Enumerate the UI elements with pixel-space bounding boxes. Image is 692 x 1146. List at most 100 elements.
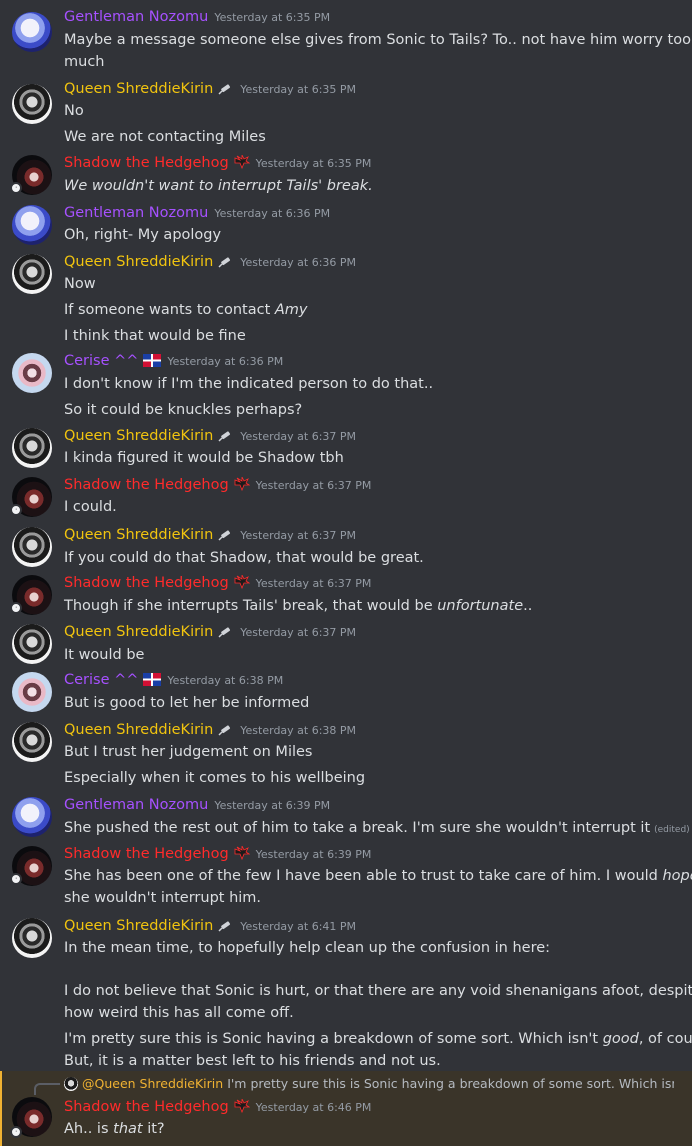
timestamp: Yesterday at 6:35 PM <box>214 11 331 24</box>
message-text: I'm pretty sure this is Sonic having a b… <box>64 1031 692 1047</box>
message-text: Now <box>64 276 96 292</box>
author-name[interactable]: Gentleman Nozomu <box>64 9 208 25</box>
avatar[interactable] <box>12 797 52 837</box>
edited-label: (edited) <box>654 825 690 835</box>
status-icon: ᐧ <box>10 504 22 516</box>
timestamp: Yesterday at 6:38 PM <box>167 674 284 687</box>
author-name[interactable]: Shadow the Hedgehog <box>64 477 229 493</box>
message-text: much <box>64 54 105 70</box>
shadow-icon <box>234 476 250 495</box>
author-name[interactable]: Gentleman Nozomu <box>64 205 208 221</box>
author-name[interactable]: Shadow the Hedgehog <box>64 846 229 862</box>
timestamp: Yesterday at 6:36 PM <box>240 256 357 269</box>
timestamp: Yesterday at 6:35 PM <box>240 83 357 96</box>
message-text-italic: good <box>602 1031 639 1047</box>
syringe-icon <box>218 918 234 936</box>
message-text: I do not believe that Sonic is hurt, or … <box>64 983 692 999</box>
message-text: Though if she interrupts Tails' break, t… <box>64 598 532 614</box>
message-text-part: it? <box>142 1121 165 1137</box>
timestamp: Yesterday at 6:36 PM <box>214 207 331 220</box>
shadow-icon <box>234 574 250 593</box>
message-text: It would be <box>64 647 145 663</box>
timestamp: Yesterday at 6:46 PM <box>255 1101 372 1114</box>
author-name[interactable]: Queen ShreddieKirin <box>64 254 213 270</box>
message-text: I don't know if I'm the indicated person… <box>64 376 434 392</box>
timestamp: Yesterday at 6:39 PM <box>255 848 372 861</box>
shadow-icon <box>234 1098 250 1117</box>
message-text: She pushed the rest out of him to take a… <box>64 820 690 836</box>
reply-text: I'm pretty sure this is Sonic having a b… <box>227 1076 674 1091</box>
avatar[interactable] <box>12 84 52 124</box>
message-text: Oh, right- My apology <box>64 227 222 243</box>
message-text-part: .. <box>523 598 533 614</box>
message-text-part: Ah.. is <box>64 1121 114 1137</box>
message-text: No <box>64 103 84 119</box>
reply-connector <box>34 1083 60 1095</box>
avatar[interactable] <box>12 722 52 762</box>
avatar[interactable] <box>12 672 52 712</box>
timestamp: Yesterday at 6:36 PM <box>167 355 284 368</box>
avatar[interactable] <box>12 918 52 958</box>
avatar[interactable] <box>12 353 52 393</box>
status-icon: ᐧ <box>10 182 22 194</box>
message-text-part: If someone wants to contact <box>64 302 275 318</box>
shadow-icon <box>234 154 250 173</box>
message-text-part: She has been one of the few I have been … <box>64 868 663 884</box>
author-name[interactable]: Shadow the Hedgehog <box>64 575 229 591</box>
message-text: If someone wants to contact Amy <box>64 302 308 318</box>
author-name[interactable]: Queen ShreddieKirin <box>64 918 213 934</box>
syringe-icon <box>218 527 234 545</box>
author-name[interactable]: Queen ShreddieKirin <box>64 428 213 444</box>
message-text-italic: Amy <box>274 302 308 318</box>
avatar[interactable] <box>12 624 52 664</box>
message-text: If you could do that Shadow, that would … <box>64 550 424 566</box>
message-text: So it could be knuckles perhaps? <box>64 402 303 418</box>
message-text-part: Though if she interrupts Tails' break, t… <box>64 598 438 614</box>
timestamp: Yesterday at 6:35 PM <box>255 157 372 170</box>
author-name[interactable]: Cerise ^^ <box>64 672 138 688</box>
timestamp: Yesterday at 6:37 PM <box>240 626 357 639</box>
syringe-icon <box>218 722 234 740</box>
message-text-part: She pushed the rest out of him to take a… <box>64 820 651 836</box>
message-text: I could. <box>64 499 117 515</box>
syringe-icon <box>218 81 234 99</box>
message-text: But I trust her judgement on Miles <box>64 744 313 760</box>
syringe-icon <box>218 428 234 446</box>
avatar[interactable] <box>12 254 52 294</box>
status-icon: ᐧ <box>10 602 22 614</box>
timestamp: Yesterday at 6:39 PM <box>214 799 331 812</box>
author-name[interactable]: Shadow the Hedgehog <box>64 1099 229 1115</box>
reply-avatar <box>64 1077 78 1091</box>
message-text: Especially when it comes to his wellbein… <box>64 770 366 786</box>
avatar[interactable] <box>12 12 52 52</box>
author-name[interactable]: Shadow the Hedgehog <box>64 155 229 171</box>
reply-preview[interactable]: @Queen ShreddieKirin I'm pretty sure this… <box>64 1076 674 1091</box>
author-name[interactable]: Queen ShreddieKirin <box>64 527 213 543</box>
timestamp: Yesterday at 6:37 PM <box>255 577 372 590</box>
message-text: she wouldn't interrupt him. <box>64 890 262 906</box>
author-name[interactable]: Queen ShreddieKirin <box>64 624 213 640</box>
avatar[interactable] <box>12 428 52 468</box>
syringe-icon <box>218 624 234 642</box>
status-icon: ᐧ <box>10 873 22 885</box>
avatar[interactable] <box>12 527 52 567</box>
message-text: We wouldn't want to interrupt Tails' bre… <box>64 178 373 194</box>
message-text: But is good to let her be informed <box>64 695 310 711</box>
message-text: how weird this has all come off. <box>64 1005 294 1021</box>
message-text-part: , of course. <box>638 1031 692 1047</box>
author-name[interactable]: Queen ShreddieKirin <box>64 722 213 738</box>
avatar[interactable] <box>12 205 52 245</box>
author-name[interactable]: Cerise ^^ <box>64 353 138 369</box>
author-name[interactable]: Gentleman Nozomu <box>64 797 208 813</box>
reply-mention[interactable]: @Queen ShreddieKirin <box>82 1076 223 1091</box>
timestamp: Yesterday at 6:41 PM <box>240 920 357 933</box>
timestamp: Yesterday at 6:37 PM <box>240 430 357 443</box>
message-text-italic: hope <box>662 868 692 884</box>
message-text: We are not contacting Miles <box>64 129 266 145</box>
message-text-italic: that <box>113 1121 143 1137</box>
message-text: In the mean time, to hopefully help clea… <box>64 940 551 956</box>
message-text: Maybe a message someone else gives from … <box>64 32 691 48</box>
timestamp: Yesterday at 6:37 PM <box>255 479 372 492</box>
author-name[interactable]: Queen ShreddieKirin <box>64 81 213 97</box>
syringe-icon <box>218 254 234 272</box>
